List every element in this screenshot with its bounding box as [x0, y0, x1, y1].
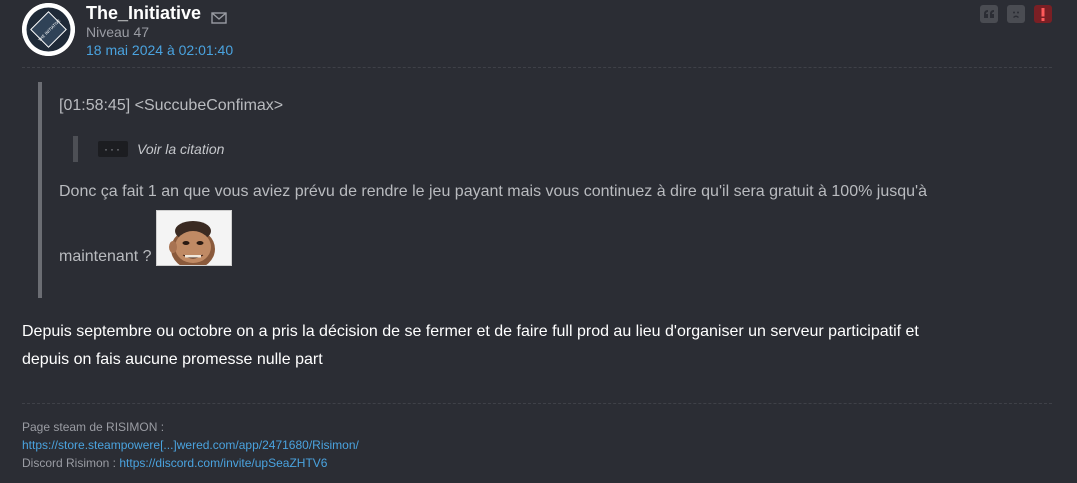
discord-link[interactable]: https://discord.com/invite/upSeaZHTV6	[119, 456, 327, 470]
quote-text-line1: Donc ça fait 1 an que vous aviez prévu d…	[59, 183, 927, 200]
post-text-line2: depuis on fais aucune promesse nulle par…	[22, 351, 323, 368]
view-quote-link[interactable]: Voir la citation	[137, 141, 224, 157]
mail-icon[interactable]	[211, 8, 227, 24]
user-level: Niveau 47	[86, 24, 150, 40]
nested-quote: ··· Voir la citation	[73, 136, 224, 162]
quote-block: [01:58:45] <SuccubeConfimax> ··· Voir la…	[38, 82, 1038, 298]
post-actions	[980, 5, 1052, 23]
avatar-logo: THE INITIATIVE	[22, 3, 75, 56]
steam-link[interactable]: https://store.steampowere[...]wered.com/…	[22, 438, 359, 452]
post-date-link[interactable]: 18 mai 2024 à 02:01:40	[86, 42, 233, 58]
quote-header: [01:58:45] <SuccubeConfimax>	[59, 97, 284, 114]
avatar[interactable]: THE INITIATIVE	[22, 3, 75, 56]
steam-label: Page steam de RISIMON :	[22, 420, 165, 434]
post-text-line1: Depuis septembre ou octobre on a pris la…	[22, 323, 919, 340]
header-divider	[22, 67, 1052, 68]
author-name[interactable]: The_Initiative	[86, 3, 201, 24]
post-body: Depuis septembre ou octobre on a pris la…	[22, 318, 1052, 374]
author-name-row: The_Initiative	[86, 3, 227, 24]
quote-text-line2-row: maintenant ?	[59, 206, 232, 266]
expand-quote-button[interactable]: ···	[98, 141, 128, 157]
forum-post: THE INITIATIVE The_Initiative Niveau 47 …	[0, 0, 1077, 483]
risitas-sticker-image	[155, 210, 232, 266]
quote-icon[interactable]	[980, 5, 998, 23]
sad-face-icon[interactable]	[1007, 5, 1025, 23]
quote-text-line2: maintenant ?	[59, 248, 152, 265]
signature: Page steam de RISIMON : https://store.st…	[22, 418, 359, 472]
signature-divider	[22, 403, 1052, 404]
discord-label: Discord Risimon :	[22, 456, 117, 470]
alert-icon[interactable]	[1034, 5, 1052, 23]
